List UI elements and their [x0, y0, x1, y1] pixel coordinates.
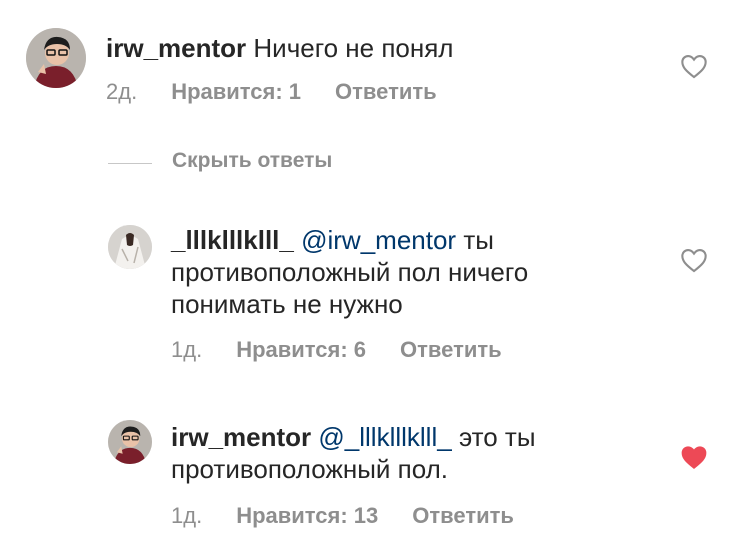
likes-count[interactable]: Нравится: 13 [236, 503, 378, 529]
comment-text: irw_mentor @_lllklllklll_ это ты противо… [171, 421, 536, 485]
comment-body: противоположный пол ничего [171, 257, 529, 287]
avatar[interactable] [26, 28, 86, 88]
comment-username[interactable]: _lllklllklll_ [171, 225, 294, 255]
avatar-photo-icon [108, 225, 152, 269]
comment-time: 2д. [106, 79, 138, 104]
like-heart-icon[interactable] [680, 247, 708, 273]
avatar[interactable] [108, 225, 152, 269]
comment-body: противоположный пол. [171, 454, 448, 484]
avatar-photo-icon [108, 420, 152, 464]
like-heart-icon[interactable] [680, 53, 708, 79]
comment-username[interactable]: irw_mentor [171, 422, 311, 452]
comment-meta: 1д. Нравится: 6 Ответить [171, 337, 502, 363]
comment-text: _lllklllklll_ @irw_mentor ты противополо… [171, 224, 528, 320]
likes-count[interactable]: Нравится: 6 [236, 337, 366, 363]
hide-replies-label: Скрыть ответы [172, 149, 333, 172]
comment-body: Ничего не понял [253, 33, 454, 63]
divider [108, 163, 152, 164]
liked-heart-icon[interactable] [680, 444, 708, 470]
reply-button[interactable]: Ответить [412, 503, 514, 529]
reply-button[interactable]: Ответить [335, 79, 437, 105]
reply-button[interactable]: Ответить [400, 337, 502, 363]
comment-body: это ты [458, 422, 536, 452]
avatar-photo-icon [26, 28, 86, 88]
likes-count[interactable]: Нравится: 1 [171, 79, 301, 105]
comment-body: ты [463, 225, 494, 255]
comment-text: irw_mentor Ничего не понял [106, 32, 453, 64]
comment-time: 1д. [171, 503, 203, 528]
mention-link[interactable]: @irw_mentor [301, 225, 456, 255]
comment-username[interactable]: irw_mentor [106, 33, 246, 63]
avatar[interactable] [108, 420, 152, 464]
comment-body: понимать не нужно [171, 289, 403, 319]
mention-link[interactable]: @_lllklllklll_ [318, 422, 451, 452]
comment-time: 1д. [171, 337, 203, 362]
comment-meta: 2д. Нравится: 1 Ответить [106, 79, 437, 105]
comment-meta: 1д. Нравится: 13 Ответить [171, 503, 514, 529]
